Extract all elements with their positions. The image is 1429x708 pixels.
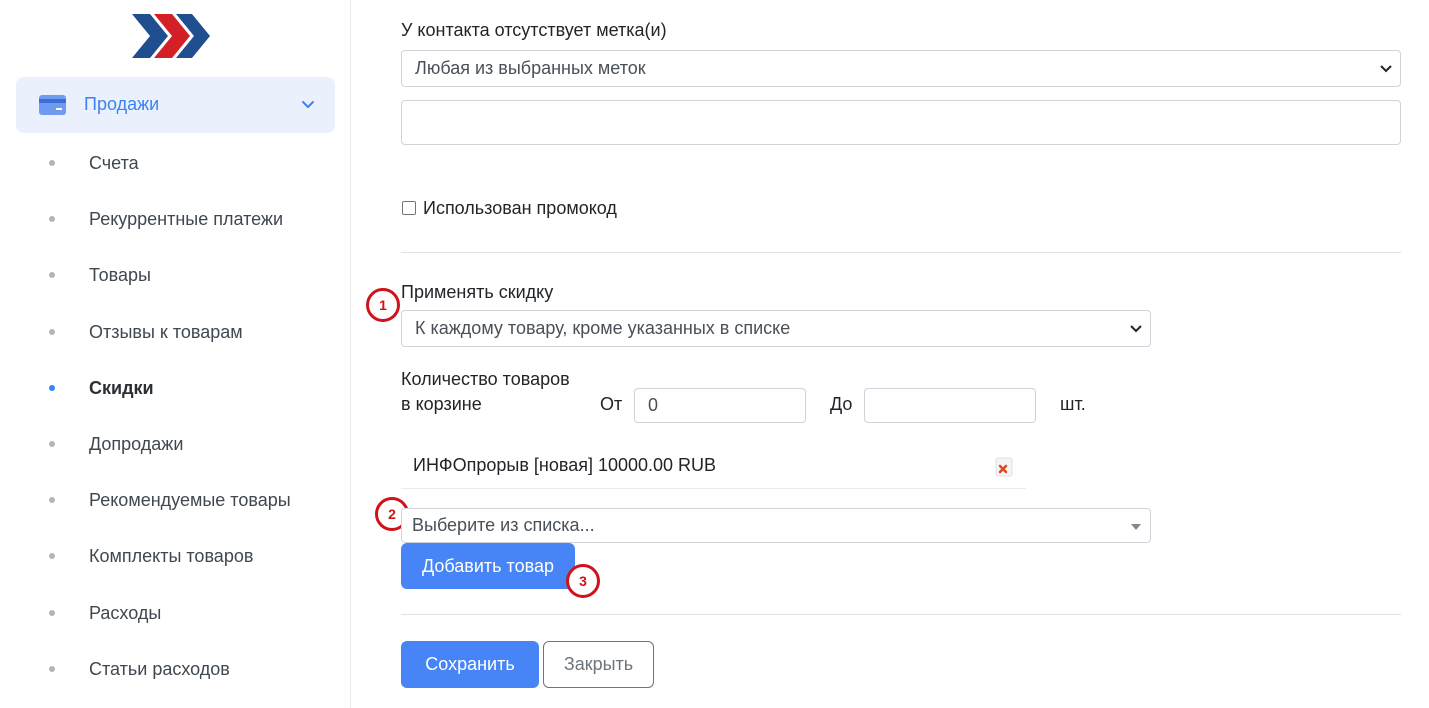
product-select-placeholder: Выберите из списка... xyxy=(412,515,595,535)
bullet-icon xyxy=(49,160,55,166)
sidebar-item[interactable]: Комплекты товаров xyxy=(0,536,351,576)
sidebar-item[interactable]: Рекуррентные платежи xyxy=(0,199,351,239)
bullet-icon xyxy=(49,216,55,222)
product-item-label: ИНФОпрорыв [новая] 10000.00 RUB xyxy=(413,455,717,475)
sidebar-item-label: Рекуррентные платежи xyxy=(89,208,284,229)
promo-checkbox[interactable] xyxy=(402,201,416,215)
to-input[interactable] xyxy=(864,388,1036,423)
sidebar-item-label: Счета xyxy=(89,152,139,173)
sidebar-item-label: Комплекты товаров xyxy=(89,545,254,566)
sidebar-item[interactable]: Статьи расходов xyxy=(0,649,351,689)
from-label: От xyxy=(600,394,623,414)
bullet-icon xyxy=(49,272,55,278)
cart-qty-label-line1: Количество товаров xyxy=(401,369,570,389)
sidebar-item-label: Рекомендуемые товары xyxy=(89,489,291,510)
product-select[interactable]: Выберите из списка... xyxy=(401,508,1151,543)
sidebar-item[interactable]: Отзывы к товарам xyxy=(0,312,351,352)
bullet-icon xyxy=(49,497,55,503)
sidebar-item[interactable]: Скидки xyxy=(0,368,351,408)
sidebar-item-label: Расходы xyxy=(89,602,162,623)
annotation-badge-1: 1 xyxy=(366,288,400,322)
sidebar-item[interactable]: Расходы xyxy=(0,593,351,633)
divider xyxy=(401,614,1401,615)
tags-input[interactable] xyxy=(401,100,1401,145)
promo-checkbox-label[interactable]: Использован промокод xyxy=(423,198,617,219)
bullet-icon xyxy=(49,385,55,391)
sidebar-item[interactable]: Счета xyxy=(0,143,351,183)
sidebar: Продажи Счета Рекуррентные платежи Товары О… xyxy=(0,0,351,708)
annotation-badge-3: 3 xyxy=(566,564,600,598)
missing-tag-label: У контакта отсутствует метка(и) xyxy=(401,20,667,40)
bullet-icon xyxy=(49,553,55,559)
close-button[interactable]: Закрыть xyxy=(543,641,654,688)
sidebar-item-label: Отзывы к товарам xyxy=(89,321,243,342)
chevron-down-icon[interactable] xyxy=(300,97,316,113)
sidebar-item-label: Товары xyxy=(89,264,151,285)
sidebar-item-label: Скидки xyxy=(89,377,154,398)
logo-icon xyxy=(132,14,210,58)
divider xyxy=(401,252,1401,253)
unit-label: шт. xyxy=(1060,394,1086,414)
missing-tag-select[interactable]: Любая из выбранных меток xyxy=(401,50,1401,87)
credit-card-icon xyxy=(39,95,66,115)
from-input[interactable]: 0 xyxy=(634,388,806,423)
chevron-down-icon xyxy=(1380,64,1392,72)
sidebar-section-label: Продажи xyxy=(84,94,160,114)
sidebar-section-sales[interactable]: Продажи xyxy=(16,77,335,133)
to-label: До xyxy=(830,394,853,414)
apply-discount-label: Применять скидку xyxy=(401,282,554,302)
apply-discount-select[interactable]: К каждому товару, кроме указанных в спис… xyxy=(401,310,1151,347)
sidebar-item-label: Статьи расходов xyxy=(89,658,230,679)
caret-down-icon xyxy=(1131,523,1141,530)
sidebar-item[interactable]: Допродажи xyxy=(0,424,351,464)
product-list-item: ИНФОпрорыв [новая] 10000.00 RUB xyxy=(401,447,1026,489)
bullet-icon xyxy=(49,329,55,335)
apply-discount-select-value: К каждому товару, кроме указанных в спис… xyxy=(415,318,791,338)
cart-qty-label-line2: в корзине xyxy=(401,394,482,414)
bullet-icon xyxy=(49,666,55,672)
sidebar-item[interactable]: Товары xyxy=(0,255,351,295)
chevron-down-icon xyxy=(1130,324,1142,332)
add-product-button[interactable]: Добавить товар xyxy=(401,543,575,589)
bullet-icon xyxy=(49,441,55,447)
missing-tag-select-value: Любая из выбранных меток xyxy=(415,58,646,78)
save-button[interactable]: Сохранить xyxy=(401,641,539,688)
sidebar-item-label: Допродажи xyxy=(89,433,184,454)
bullet-icon xyxy=(49,610,55,616)
remove-icon[interactable] xyxy=(994,457,1014,477)
sidebar-item[interactable]: Рекомендуемые товары xyxy=(0,480,351,520)
